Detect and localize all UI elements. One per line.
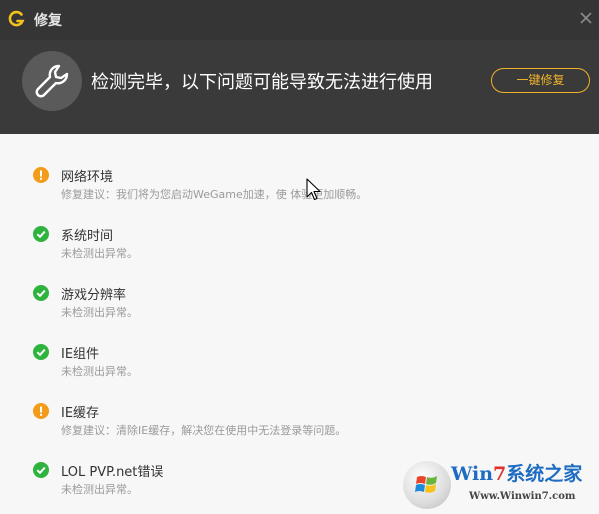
watermark-url: Www.Winwin7.com: [469, 491, 576, 502]
item-name: 网络环境: [61, 170, 114, 185]
check-icon: [33, 285, 49, 301]
item-name: 系统时间: [61, 229, 114, 244]
item-desc: 修复建议：清除IE缓存，解决您在使用中无法登录等问题。: [61, 424, 347, 437]
window-title: 修复: [34, 13, 62, 29]
list-item: 系统时间 未检测出异常。: [33, 226, 453, 274]
item-desc: 未检测出异常。: [61, 483, 138, 496]
watermark-title: Win7系统之家: [451, 463, 583, 485]
wegame-logo-icon: [8, 10, 25, 27]
list-item: 游戏分辨率 未检测出异常。: [33, 285, 453, 333]
item-desc: 未检测出异常。: [61, 365, 138, 378]
windows-logo-icon: [403, 461, 451, 509]
mouse-cursor-icon: [306, 178, 321, 201]
check-icon: [33, 344, 49, 360]
wrench-badge: [22, 51, 82, 111]
title-bar: 修复: [0, 0, 599, 40]
warning-icon: [33, 167, 49, 183]
item-desc: 未检测出异常。: [61, 247, 138, 260]
list-item: IE缓存 修复建议：清除IE缓存，解决您在使用中无法登录等问题。: [33, 403, 453, 451]
check-icon: [33, 226, 49, 242]
item-name: LOL PVP.net错误: [61, 465, 164, 480]
item-name: IE缓存: [61, 406, 100, 421]
list-item: LOL PVP.net错误 未检测出异常。: [33, 462, 453, 510]
warning-icon: [33, 403, 49, 419]
item-name: IE组件: [61, 347, 100, 362]
list-item: 网络环境 修复建议：我们将为您启动WeGame加速，使 体验更加顺畅。: [33, 167, 453, 215]
check-icon: [33, 462, 49, 478]
scan-result-headline: 检测完毕，以下问题可能导致无法进行使用: [91, 72, 433, 93]
close-icon[interactable]: [577, 9, 595, 27]
item-name: 游戏分辨率: [61, 288, 127, 303]
watermark: Win7系统之家 Www.Winwin7.com: [403, 455, 599, 514]
one-click-fix-button[interactable]: 一键修复: [491, 68, 590, 93]
wrench-icon: [35, 64, 69, 98]
result-banner: 检测完毕，以下问题可能导致无法进行使用 一键修复: [0, 40, 599, 134]
item-desc: 未检测出异常。: [61, 306, 138, 319]
list-item: IE组件 未检测出异常。: [33, 344, 453, 392]
